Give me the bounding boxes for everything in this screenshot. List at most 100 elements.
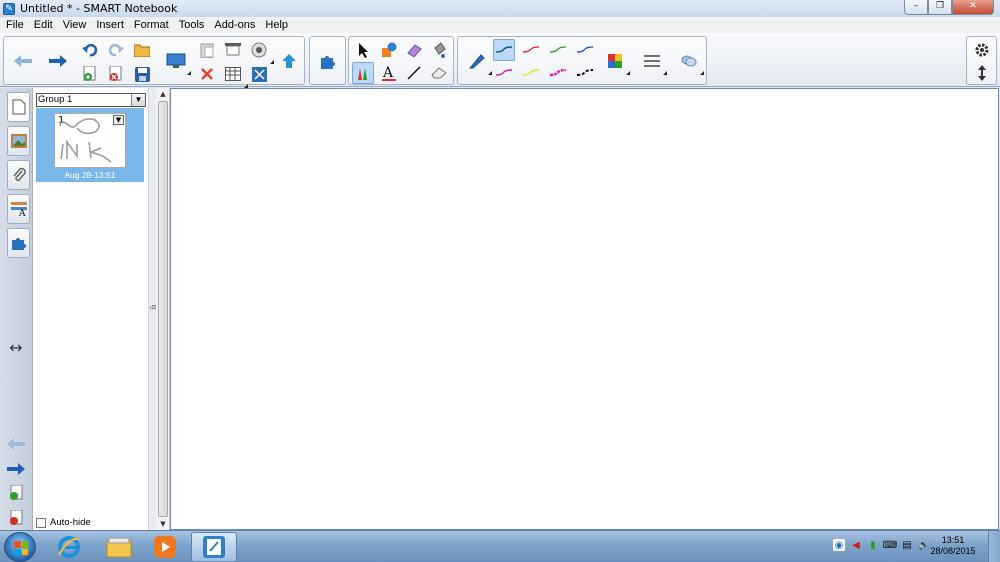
auto-hide-checkbox[interactable] [36, 517, 46, 528]
undo-icon[interactable] [79, 39, 101, 61]
page-sorter-icon[interactable] [7, 92, 30, 122]
redo-icon[interactable] [105, 39, 127, 61]
alert-icon[interactable]: ◀ [850, 539, 862, 551]
magic-pen-icon[interactable] [403, 39, 425, 61]
flag-icon[interactable]: ▮ [867, 539, 879, 551]
pens-icon[interactable] [352, 62, 374, 84]
table-icon[interactable] [222, 63, 248, 88]
menu-format[interactable]: Format [129, 19, 174, 31]
main-toolbar: A [0, 33, 1000, 88]
taskbar: ◉ ◀ ▮ ⌨ ▤ 🔈 13:51 28/08/2015 [0, 530, 1000, 562]
eraser-icon[interactable] [428, 62, 450, 84]
menu-addons[interactable]: Add-ons [209, 19, 260, 31]
menu-view[interactable]: View [58, 19, 92, 31]
save-icon[interactable] [131, 63, 153, 85]
gallery-icon[interactable] [7, 126, 30, 156]
page-date: Aug 28-13:51 [64, 170, 116, 180]
full-screen-icon[interactable] [248, 63, 270, 85]
lines-icon[interactable] [403, 62, 425, 84]
move-toolbar-icon[interactable] [971, 62, 993, 84]
color-palette-icon[interactable] [604, 50, 630, 75]
pen-style-8[interactable] [574, 62, 596, 84]
menu-edit[interactable]: Edit [29, 19, 58, 31]
menu-insert[interactable]: Insert [91, 19, 129, 31]
side-tab-bar: A ↔ [0, 88, 33, 530]
add-page-side-icon[interactable] [6, 484, 26, 502]
document-camera-icon[interactable] [278, 50, 300, 72]
properties-icon[interactable] [641, 50, 667, 75]
scroll-up-icon[interactable]: ▲ [156, 88, 170, 100]
toolbar-group-addons [309, 36, 346, 85]
properties-tab-icon[interactable]: A [7, 194, 30, 224]
scroll-down-icon[interactable]: ▼ [156, 518, 170, 530]
clock[interactable]: 13:51 28/08/2015 [928, 535, 978, 557]
screen-display-icon[interactable] [165, 50, 191, 75]
network-notify-icon[interactable]: ◉ [833, 539, 845, 551]
svg-text:A: A [382, 65, 394, 81]
vertical-scrollbar[interactable]: ▲ ▼ [156, 88, 170, 530]
previous-page-icon[interactable] [6, 435, 26, 453]
paste-icon[interactable] [196, 39, 218, 61]
page-thumbnail-selected[interactable]: 1 ▼ Aug 28-13:51 [36, 108, 144, 182]
pen-style-1[interactable] [493, 39, 515, 61]
page-sorter-panel: Group 1 ▼ 1 ▼ Aug 28-13:51 Auto-hide [33, 88, 148, 530]
page-thumbnail[interactable]: 1 ▼ [54, 113, 126, 168]
attachments-icon[interactable] [7, 160, 30, 190]
add-page-icon[interactable] [79, 63, 101, 85]
text-icon[interactable]: A [378, 62, 400, 84]
scroll-thumb[interactable] [158, 101, 168, 517]
pen-style-5[interactable] [493, 62, 515, 84]
addons-icon[interactable] [317, 50, 339, 72]
fill-icon[interactable] [428, 39, 450, 61]
capture-icon[interactable] [248, 39, 274, 64]
pen-style-4[interactable] [574, 39, 596, 61]
app-icon[interactable]: ✎ [3, 2, 15, 15]
delete-page-side-icon[interactable] [6, 509, 26, 527]
delete-page-icon[interactable] [105, 63, 127, 85]
auto-hide-label: Auto-hide [50, 517, 91, 528]
restore-button[interactable]: ❐ [928, 0, 952, 15]
menu-file[interactable]: File [1, 19, 29, 31]
open-file-icon[interactable] [131, 39, 153, 61]
auto-hide-toggle[interactable]: Auto-hide [36, 517, 91, 528]
clock-date: 28/08/2015 [930, 546, 976, 556]
panel-splitter[interactable]: ‹ ≡ [148, 88, 159, 530]
link-icon[interactable] [678, 50, 704, 75]
screen-shade-icon[interactable] [222, 39, 244, 61]
smart-notebook-icon[interactable] [191, 532, 237, 562]
internet-explorer-icon[interactable] [46, 532, 92, 562]
next-page-icon[interactable] [6, 460, 26, 478]
addons-tab-icon[interactable] [7, 228, 30, 258]
pen-icon[interactable] [466, 50, 492, 75]
file-explorer-icon[interactable] [96, 532, 142, 562]
clock-time: 13:51 [941, 535, 965, 545]
resize-panel-icon[interactable]: ↔ [6, 338, 26, 357]
whiteboard-canvas[interactable] [170, 88, 999, 530]
select-icon[interactable] [353, 39, 375, 61]
chevron-down-icon[interactable]: ▼ [131, 94, 145, 106]
delete-icon[interactable] [196, 63, 218, 85]
toolbar-group-pen-styles [457, 36, 707, 85]
media-player-icon[interactable] [142, 532, 188, 562]
menu-tools[interactable]: Tools [174, 19, 210, 31]
minimize-button[interactable]: – [904, 0, 928, 15]
forward-arrow-icon[interactable] [47, 50, 69, 72]
start-button[interactable] [4, 532, 36, 562]
settings-gear-icon[interactable] [971, 39, 993, 61]
network-icon[interactable]: ▤ [901, 539, 913, 551]
group-select[interactable]: Group 1 ▼ [36, 93, 146, 107]
back-arrow-icon[interactable] [12, 50, 34, 72]
close-button[interactable]: ✕ [952, 0, 994, 15]
shapes-icon[interactable] [378, 39, 400, 61]
show-desktop-button[interactable] [988, 531, 1000, 562]
menu-help[interactable]: Help [260, 19, 293, 31]
page-drawing-preview [59, 118, 112, 163]
menu-bar: File Edit View Insert Format Tools Add-o… [0, 17, 1000, 33]
pen-style-6[interactable] [520, 62, 542, 84]
pen-style-2[interactable] [520, 39, 542, 61]
pen-style-7[interactable] [547, 62, 569, 84]
pen-style-3[interactable] [547, 39, 569, 61]
title-bar: ✎ Untitled * - SMART Notebook – ❐ ✕ [0, 0, 1000, 17]
system-tray: ◉ ◀ ▮ ⌨ ▤ 🔈 [833, 539, 930, 551]
keyboard-icon[interactable]: ⌨ [883, 539, 897, 551]
